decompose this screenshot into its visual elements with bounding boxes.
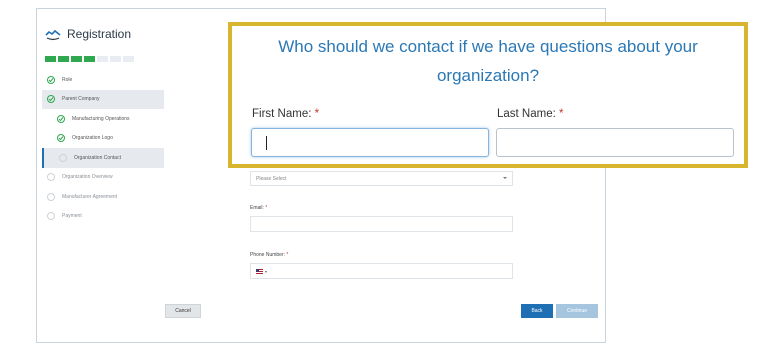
email-label-wrap: Email: * (250, 205, 267, 211)
phone-field[interactable]: ▾ (250, 263, 513, 279)
steps-sidebar: Role Parent Company Manufacturing Operatio… (42, 70, 164, 226)
last-name-required-mark: * (559, 108, 564, 120)
first-name-label: First Name: (252, 108, 312, 120)
continue-button[interactable]: Continue (556, 304, 598, 318)
step-item[interactable]: Parent Company (42, 89, 164, 109)
empty-circle-icon (47, 192, 55, 201)
last-name-label-wrap: Last Name: * (497, 108, 564, 120)
step-item[interactable]: Organization Contact (42, 148, 164, 168)
step-item[interactable]: Role (42, 70, 164, 90)
email-required-mark: * (265, 205, 268, 211)
step-label: Organization Overview (62, 174, 113, 181)
step-label: Role (62, 76, 73, 83)
check-circle-icon (47, 95, 55, 104)
first-name-label-wrap: First Name: * (252, 108, 319, 120)
chevron-down-icon (503, 177, 507, 179)
handshake-logo-icon (45, 29, 61, 41)
progress-segment (45, 56, 56, 62)
first-name-required-mark: * (314, 108, 320, 120)
back-button[interactable]: Back (521, 304, 553, 318)
question-line-1: Who should we contact if we have questio… (278, 37, 698, 56)
registration-header: Registration (45, 26, 131, 42)
step-label: Organization Logo (72, 135, 113, 142)
progress-segment (84, 56, 95, 62)
step-item[interactable]: Manufacturer Agreement (42, 187, 164, 207)
organization-select[interactable]: Please Select (250, 171, 513, 186)
step-label: Manufacturer Agreement (62, 193, 118, 200)
progress-bar (45, 56, 134, 62)
step-label: Manufacturing Operations (72, 115, 130, 122)
progress-segment (123, 56, 134, 62)
phone-label: Phone Number: (250, 252, 286, 258)
select-placeholder: Please Select (256, 175, 287, 182)
text-cursor (266, 136, 267, 150)
progress-segment (110, 56, 121, 62)
step-item[interactable]: Organization Overview (42, 168, 164, 188)
first-name-input[interactable] (251, 128, 489, 157)
phone-required-mark: * (286, 252, 289, 258)
us-flag-icon[interactable] (256, 268, 263, 274)
check-circle-icon (47, 75, 55, 84)
check-circle-icon (57, 134, 65, 143)
progress-segment (97, 56, 108, 62)
chevron-down-icon: ▾ (265, 268, 268, 274)
step-item[interactable]: Organization Logo (42, 129, 164, 149)
empty-circle-icon (59, 153, 67, 162)
step-item[interactable]: Payment (42, 207, 164, 227)
step-item[interactable]: Manufacturing Operations (42, 109, 164, 129)
page-title: Registration (67, 27, 132, 41)
check-circle-icon (57, 114, 65, 123)
zoom-callout: Who should we contact if we have questio… (228, 22, 748, 168)
phone-label-wrap: Phone Number: * (250, 252, 288, 258)
empty-circle-icon (47, 173, 55, 182)
question-line-2: organization? (436, 66, 540, 85)
progress-segment (71, 56, 82, 62)
email-field[interactable] (250, 216, 513, 232)
contact-question: Who should we contact if we have questio… (232, 32, 744, 90)
step-label: Parent Company (62, 96, 100, 103)
progress-segment (58, 56, 69, 62)
cancel-button[interactable]: Cancel (165, 304, 201, 318)
step-label: Payment (62, 213, 82, 220)
empty-circle-icon (47, 212, 55, 221)
step-label: Organization Contact (74, 154, 121, 161)
last-name-label: Last Name: (497, 108, 556, 120)
last-name-input[interactable] (496, 128, 734, 157)
email-label: Email: (250, 205, 264, 211)
